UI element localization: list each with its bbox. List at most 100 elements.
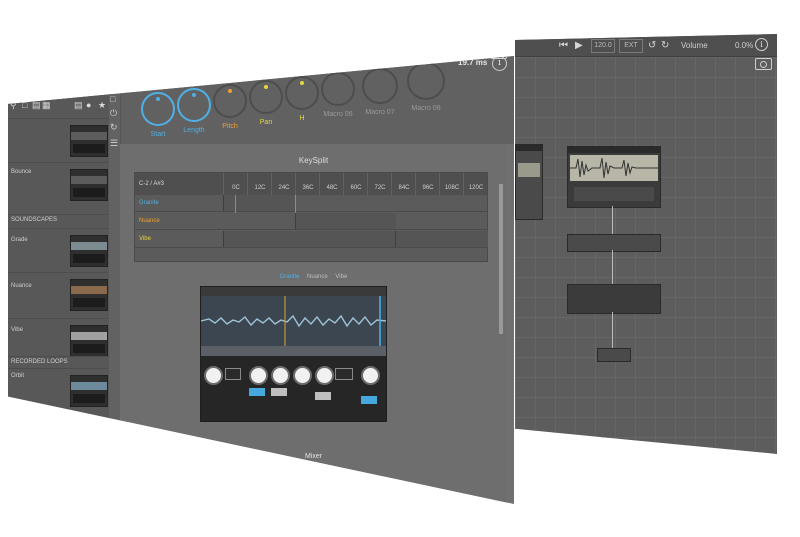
tab-granite[interactable]: Granite	[280, 274, 300, 280]
undo-icon[interactable]: ↺	[367, 57, 375, 68]
keysplit-row-nuance[interactable]: Nuance	[135, 213, 487, 230]
keysplit-title: KeySplit	[298, 156, 329, 165]
camera-icon[interactable]	[755, 58, 772, 70]
note-label: 84C	[391, 173, 416, 195]
knob-label: Macro 08	[411, 105, 441, 112]
mixer-node[interactable]	[567, 234, 661, 252]
macro-knob-06[interactable]: Macro 06	[316, 72, 360, 132]
note-label: 60C	[343, 173, 368, 195]
mixer-icon[interactable]: ☰	[110, 138, 118, 149]
row-name: Nuance	[139, 218, 160, 224]
power-icon[interactable]: ⏻	[110, 108, 117, 119]
list-item[interactable]: Vibe	[8, 318, 108, 357]
preset-thumbnail	[70, 235, 108, 267]
toggle-button[interactable]	[225, 368, 241, 380]
folder-icon[interactable]: ▤	[32, 100, 41, 111]
knob-dial[interactable]	[213, 84, 247, 118]
knob-control[interactable]	[204, 366, 223, 385]
channel-strip-node[interactable]	[567, 284, 661, 314]
preset-thumbnail	[70, 325, 108, 357]
tab-nuance[interactable]: Nuance	[307, 274, 328, 280]
vertical-scrollbar[interactable]	[499, 184, 503, 334]
screenshot-stage: ⏮ ▶ 120.0 EXT ↺ ↻ Volume 0.0% i ⚲ □ ▤ ▦ …	[0, 0, 800, 537]
list-item-label: Vibe	[11, 327, 23, 333]
redo-icon[interactable]: ↻	[661, 40, 669, 51]
ext-sync-button[interactable]: EXT	[335, 56, 363, 70]
row-name: Granite	[139, 200, 159, 206]
redo-icon[interactable]: ↻	[380, 57, 388, 68]
list-icon[interactable]: ▤	[74, 100, 83, 111]
mode-button[interactable]	[361, 396, 377, 404]
knob-dial[interactable]	[141, 92, 175, 126]
panel-icon[interactable]: □	[110, 94, 115, 104]
note-label: 108C	[439, 173, 464, 195]
keysplit-row-vibe[interactable]: Vibe	[135, 231, 488, 248]
skip-back-icon[interactable]: ⏮	[559, 40, 568, 51]
browser-toolbar: ⚲ □ ▤ ▦ ▤ ● ★	[10, 100, 108, 114]
undo-icon[interactable]: ↺	[648, 40, 656, 51]
ext-sync-button[interactable]: EXT	[619, 39, 643, 53]
knob-dial[interactable]	[407, 62, 445, 100]
skip-back-icon[interactable]: ⏮	[276, 58, 284, 69]
note-label: 36C	[295, 173, 320, 195]
mode-button[interactable]	[249, 388, 265, 396]
knob-control[interactable]	[361, 366, 380, 385]
camera-icon[interactable]	[490, 56, 507, 59]
star-icon[interactable]: ★	[98, 100, 106, 111]
record-icon[interactable]: ●	[86, 100, 91, 110]
toggle-button[interactable]	[335, 368, 353, 380]
knob-dial[interactable]	[249, 80, 283, 114]
play-icon[interactable]: ▶	[575, 40, 583, 51]
list-item[interactable]: Grade	[8, 228, 108, 273]
sampler-node[interactable]	[567, 146, 661, 208]
knob-control[interactable]	[315, 366, 334, 385]
playhead-marker	[235, 195, 236, 213]
mode-button[interactable]	[271, 388, 287, 396]
preset-thumbnail	[70, 169, 108, 201]
mode-button[interactable]	[315, 392, 331, 400]
file-icon[interactable]: □	[22, 100, 27, 110]
knob-dial[interactable]	[321, 72, 355, 106]
note-label: 48C	[319, 173, 344, 195]
knob-control[interactable]	[249, 366, 268, 385]
graph-window: ⏮ ▶ 120.0 EXT ↺ ↻ Volume 0.0% i	[515, 34, 777, 454]
row-name: Vibe	[139, 236, 151, 242]
loop-icon[interactable]: ↻	[110, 122, 118, 133]
zone-bar[interactable]	[223, 195, 296, 211]
volume-value: 0.0%	[735, 41, 754, 50]
knob-dial[interactable]	[285, 76, 319, 110]
device-icon[interactable]: ▦	[42, 100, 51, 111]
zone-bar[interactable]	[223, 231, 396, 247]
tempo-display[interactable]: 120.0	[591, 39, 615, 53]
knob-dial[interactable]	[362, 68, 398, 104]
tempo-display[interactable]: 120.0	[305, 56, 333, 70]
play-icon[interactable]: ▶	[290, 58, 297, 69]
list-item[interactable]: Nuance	[8, 272, 108, 319]
keysplit-row-granite[interactable]: Granite	[135, 195, 487, 212]
note-label: 0C	[223, 173, 248, 195]
volume-label: Volume	[681, 41, 708, 50]
graph-canvas[interactable]	[515, 57, 777, 454]
mixer-label[interactable]: Mixer	[120, 453, 507, 460]
macro-knob-07[interactable]: Macro 07	[358, 68, 402, 128]
zone-bar[interactable]	[395, 231, 488, 247]
knob-dial[interactable]	[177, 88, 211, 122]
note-label: 24C	[271, 173, 296, 195]
editor-tabbar[interactable]	[201, 346, 386, 356]
info-icon[interactable]: i	[755, 38, 768, 51]
macro-knob-08[interactable]: Macro 08	[404, 62, 448, 122]
keysplit-panel: C-2 / A#3 0C 12C 24C 36C 48C 60C 72C 84C…	[134, 172, 488, 262]
knob-control[interactable]	[293, 366, 312, 385]
graph-node[interactable]	[515, 144, 543, 220]
knob-label: Macro 07	[365, 109, 395, 116]
project-title[interactable]: New Project *	[126, 82, 162, 88]
waveform-display[interactable]	[200, 296, 387, 346]
knob-control[interactable]	[271, 366, 290, 385]
zone-bar[interactable]	[295, 213, 396, 229]
list-item[interactable]: Bounce	[8, 162, 108, 207]
output-node[interactable]	[597, 348, 631, 362]
list-item[interactable]	[8, 118, 108, 163]
search-icon[interactable]: ⚲	[10, 100, 17, 111]
tab-vibe[interactable]: Vibe	[335, 274, 347, 280]
list-item[interactable]: Orbit	[8, 368, 108, 413]
